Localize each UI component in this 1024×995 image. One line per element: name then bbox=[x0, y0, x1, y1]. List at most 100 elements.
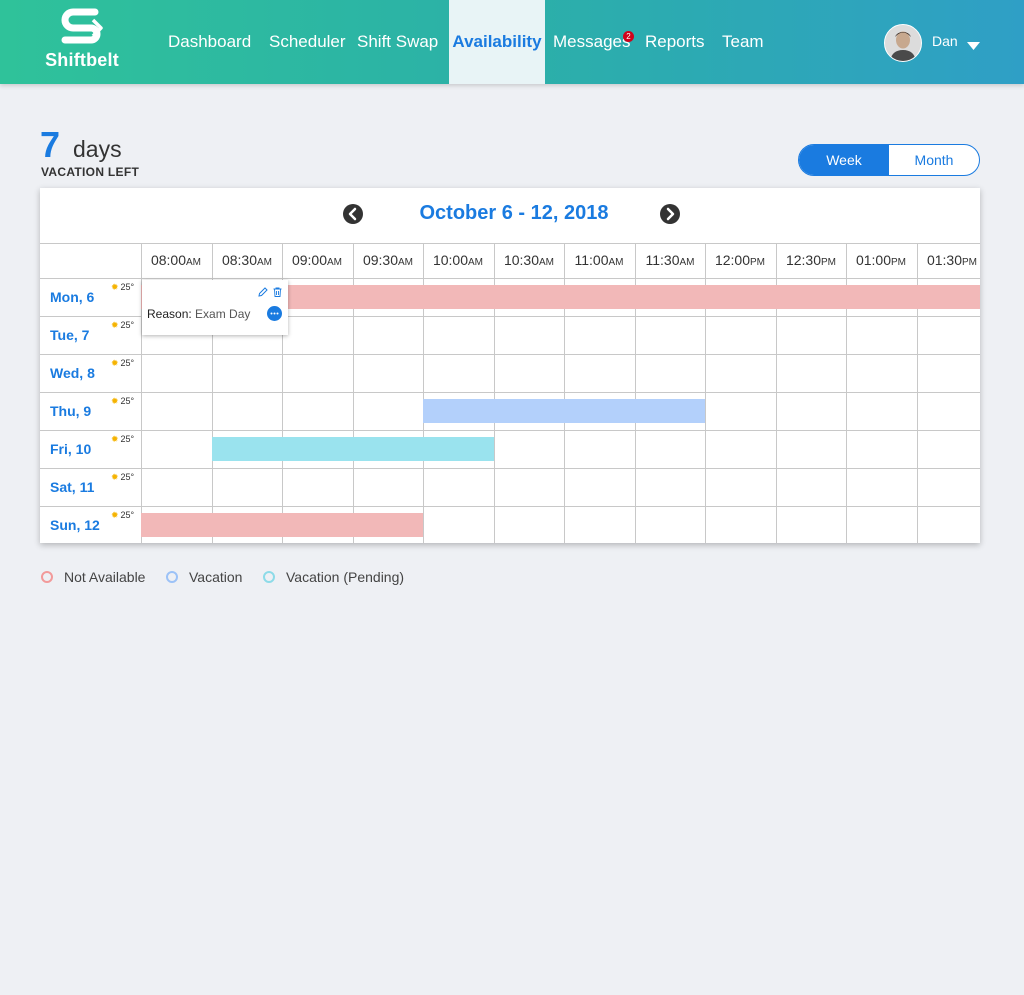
day-row-label[interactable]: Thu, 9 bbox=[50, 392, 91, 430]
time-value: 01:30 bbox=[926, 252, 963, 268]
time-column-header: 10:30AM bbox=[494, 243, 564, 278]
top-navigation-bar: Shiftbelt Dashboard Scheduler Shift Swap… bbox=[0, 0, 1024, 84]
time-column-header: 11:00AM bbox=[564, 243, 634, 278]
grid-row-divider bbox=[40, 392, 980, 393]
time-column-header: 12:00PM bbox=[705, 243, 775, 278]
time-value: 08:30 bbox=[221, 252, 258, 268]
grid-row-divider bbox=[40, 468, 980, 469]
day-weather: ✹ 25° bbox=[111, 320, 134, 331]
day-row-label[interactable]: Wed, 8 bbox=[50, 354, 95, 392]
day-temperature: 25° bbox=[120, 358, 135, 368]
time-column-header: 10:00AM bbox=[423, 243, 493, 278]
user-avatar-icon bbox=[885, 25, 921, 61]
vacation-days-unit: days bbox=[73, 136, 122, 162]
day-row-label[interactable]: Sun, 12 bbox=[50, 506, 100, 543]
brand-name: Shiftbelt bbox=[45, 50, 119, 70]
availability-entry-vacation-pending[interactable] bbox=[212, 437, 494, 461]
view-month-button[interactable]: Month bbox=[889, 145, 979, 175]
day-row-label[interactable]: Fri, 10 bbox=[50, 430, 91, 468]
grid-row-divider bbox=[40, 278, 980, 279]
day-temperature: 25° bbox=[120, 434, 135, 444]
trash-icon[interactable] bbox=[273, 284, 282, 302]
availability-entry-vacation[interactable] bbox=[423, 399, 705, 423]
time-period: AM bbox=[608, 257, 624, 268]
view-week-button[interactable]: Week bbox=[799, 145, 889, 175]
popover-actions bbox=[253, 284, 282, 302]
messages-unread-badge: 2 bbox=[623, 31, 634, 42]
nav-shift-swap[interactable]: Shift Swap bbox=[357, 0, 438, 84]
user-name[interactable]: Dan bbox=[932, 33, 958, 49]
time-column-header: 01:30PM bbox=[917, 243, 980, 278]
reason-value: Exam Day bbox=[195, 307, 251, 321]
legend-marker-vacation-pending bbox=[263, 571, 275, 583]
time-period: AM bbox=[398, 257, 414, 268]
legend-label-vacation-pending: Vacation (Pending) bbox=[286, 569, 405, 585]
nav-messages[interactable]: Messages bbox=[553, 0, 630, 84]
time-column-header: 08:00AM bbox=[141, 243, 211, 278]
day-weather: ✹ 25° bbox=[111, 472, 134, 483]
sun-icon: ✹ bbox=[111, 358, 119, 368]
nav-reports[interactable]: Reports bbox=[645, 0, 705, 84]
entry-reason: Reason: Exam Day bbox=[147, 307, 250, 321]
sun-icon: ✹ bbox=[111, 434, 119, 444]
day-weather: ✹ 25° bbox=[111, 358, 134, 369]
time-column-header: 09:00AM bbox=[282, 243, 352, 278]
day-row-label[interactable]: Mon, 6 bbox=[50, 278, 94, 316]
sun-icon: ✹ bbox=[111, 472, 119, 482]
chevron-right-icon[interactable] bbox=[660, 204, 680, 224]
caret-down-icon[interactable] bbox=[967, 38, 980, 56]
grid-row-divider bbox=[40, 354, 980, 355]
time-value: 11:30 bbox=[645, 252, 680, 268]
time-period: PM bbox=[821, 257, 837, 268]
user-avatar[interactable] bbox=[884, 24, 922, 62]
pencil-icon[interactable] bbox=[258, 284, 268, 302]
time-value: 10:30 bbox=[503, 252, 540, 268]
nav-team[interactable]: Team bbox=[722, 0, 764, 84]
day-temperature: 25° bbox=[120, 320, 135, 330]
time-period: AM bbox=[468, 257, 484, 268]
time-value: 11:00 bbox=[574, 252, 609, 268]
day-row-label[interactable]: Tue, 7 bbox=[50, 316, 89, 354]
time-period: AM bbox=[679, 257, 695, 268]
time-column-header: 12:30PM bbox=[776, 243, 846, 278]
legend-label-not-available: Not Available bbox=[64, 569, 146, 585]
vacation-days-count: 7 bbox=[40, 124, 61, 165]
time-period: AM bbox=[186, 257, 202, 268]
time-value: 12:30 bbox=[785, 252, 822, 268]
time-value: 10:00 bbox=[432, 252, 469, 268]
time-value: 08:00 bbox=[150, 252, 187, 268]
brand-logo[interactable]: Shiftbelt bbox=[42, 8, 122, 74]
time-value: 09:00 bbox=[291, 252, 328, 268]
day-row-label[interactable]: Sat, 11 bbox=[50, 468, 94, 506]
day-weather: ✹ 25° bbox=[111, 510, 134, 521]
day-temperature: 25° bbox=[120, 510, 135, 520]
day-temperature: 25° bbox=[120, 282, 135, 292]
time-column-header: 01:00PM bbox=[846, 243, 916, 278]
time-value: 09:30 bbox=[362, 252, 399, 268]
availability-entry-not-available[interactable] bbox=[141, 513, 423, 537]
time-column-header: 08:30AM bbox=[212, 243, 282, 278]
chevron-left-icon[interactable] bbox=[343, 204, 363, 224]
chat-bubble-icon[interactable] bbox=[267, 306, 282, 321]
time-column-header: 09:30AM bbox=[353, 243, 423, 278]
legend-marker-vacation bbox=[166, 571, 178, 583]
sun-icon: ✹ bbox=[111, 510, 119, 520]
time-period: PM bbox=[750, 257, 766, 268]
sun-icon: ✹ bbox=[111, 320, 119, 330]
shiftbelt-logo-icon bbox=[61, 8, 103, 44]
reason-label: Reason: bbox=[147, 307, 192, 321]
calendar-grid: 08:00AM 08:30AM 09:00AM 09:30AM 10:00AM 10:30… bbox=[40, 243, 980, 543]
day-weather: ✹ 25° bbox=[111, 434, 134, 445]
day-temperature: 25° bbox=[120, 472, 135, 482]
grid-row-divider bbox=[40, 430, 980, 431]
nav-scheduler[interactable]: Scheduler bbox=[269, 0, 346, 84]
nav-availability[interactable]: Availability bbox=[449, 0, 545, 84]
date-range-title: October 6 - 12, 2018 bbox=[419, 202, 609, 224]
nav-dashboard[interactable]: Dashboard bbox=[168, 0, 251, 84]
day-weather: ✹ 25° bbox=[111, 282, 134, 293]
day-temperature: 25° bbox=[120, 396, 135, 406]
time-period: AM bbox=[539, 257, 555, 268]
time-value: 12:00 bbox=[714, 252, 751, 268]
sun-icon: ✹ bbox=[111, 396, 119, 406]
view-toggle: Week Month bbox=[798, 144, 980, 176]
